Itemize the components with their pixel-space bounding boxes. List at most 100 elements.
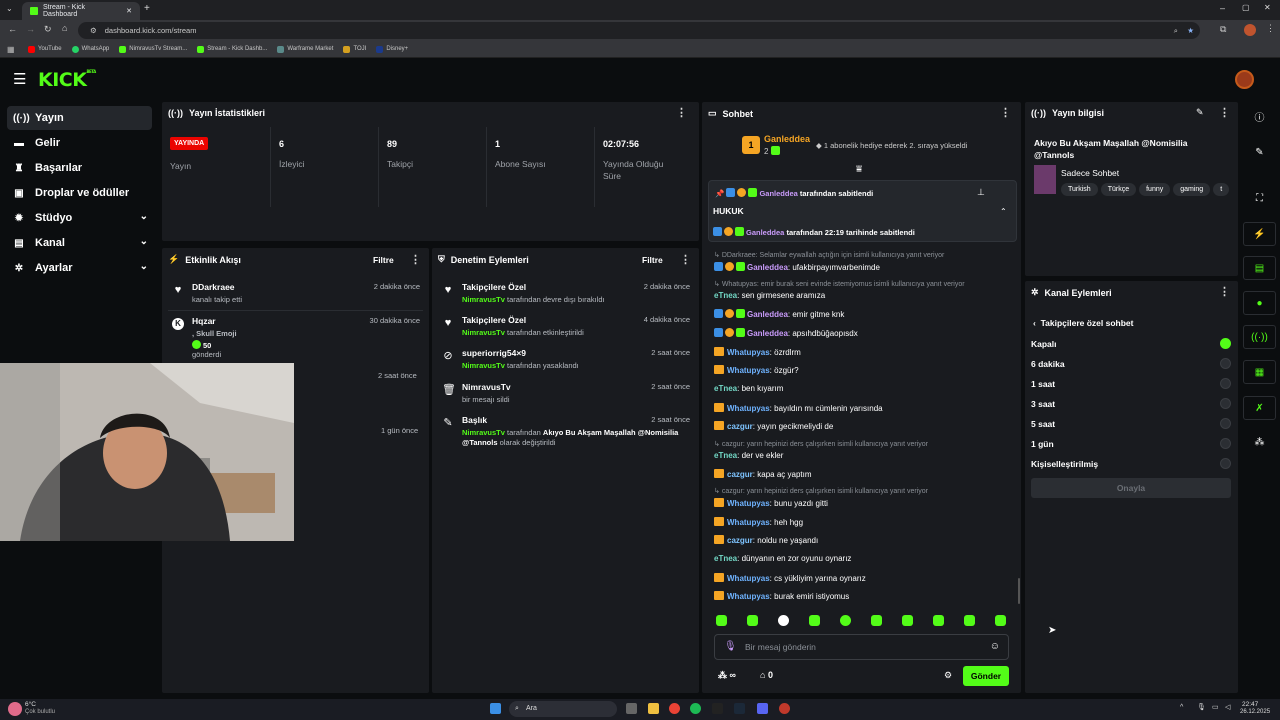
radio-3h[interactable] (1220, 398, 1231, 409)
clock-time[interactable]: 22:47 (1242, 701, 1258, 708)
chat-message[interactable]: Whatupyas: heh hgg (714, 517, 803, 527)
option-off[interactable]: Kapalı (1031, 339, 1057, 349)
bookmark-nimravus[interactable]: NimravusTv Stream... (119, 45, 187, 53)
radio-5h[interactable] (1220, 418, 1231, 429)
microphone-icon[interactable]: 🎙 (724, 641, 737, 652)
network-icon[interactable]: ▭ (1212, 703, 1219, 711)
sidebar-item-ayarlar[interactable]: ✲ Ayarlar ⌄ (7, 256, 152, 280)
zoom-search-icon[interactable]: ⌕ (1174, 26, 1178, 36)
emote-icon[interactable] (964, 615, 975, 626)
user-avatar[interactable] (1235, 70, 1254, 89)
microphone-tray-icon[interactable]: 🎙 (1197, 703, 1206, 711)
chat-message[interactable]: Ganleddea: ufakbirpayımvarbenimde (714, 262, 880, 272)
file-explorer-icon[interactable] (648, 703, 659, 714)
option-1d[interactable]: 1 gün (1031, 439, 1054, 449)
chat-message[interactable]: Ganleddea: apsıhdbüğaopısdx (714, 328, 858, 338)
bolt-icon[interactable]: ⚡ (1243, 222, 1276, 246)
emote-icon[interactable] (995, 615, 1006, 626)
option-3h[interactable]: 3 saat (1031, 399, 1055, 409)
option-1h[interactable]: 1 saat (1031, 379, 1055, 389)
send-button[interactable]: Gönder (963, 666, 1009, 686)
chat-message[interactable]: Whatupyas: bunu yazdı gitti (714, 498, 828, 508)
collapse-chevron-icon[interactable]: ⌃ (1000, 207, 1007, 216)
sidebar-item-kanal[interactable]: ▤ Kanal ⌄ (7, 231, 152, 255)
chat-scrollbar[interactable] (1018, 578, 1020, 604)
chat-message[interactable]: eTnea: ben kıyarım (714, 384, 783, 393)
radio-1h[interactable] (1220, 378, 1231, 389)
broadcast-icon[interactable]: ((·)) (1243, 325, 1276, 349)
emote-icon[interactable] (840, 615, 851, 626)
info-icon[interactable]: ⓘ (1243, 104, 1276, 128)
sidebar-item-yayin[interactable]: ((·)) Yayın (7, 106, 152, 130)
taskbar-search[interactable]: ⌕ Ara (509, 701, 617, 717)
chat-message[interactable]: eTnea: der ve ekler (714, 451, 783, 460)
expand-icon[interactable]: ⛶ (1243, 186, 1276, 210)
emote-icon[interactable] (933, 615, 944, 626)
stream-info-menu-icon[interactable]: ⋮ (1219, 106, 1230, 119)
back-icon[interactable]: ← (8, 24, 17, 34)
extensions-icon[interactable]: ⧉ (1220, 24, 1226, 35)
chat-message[interactable]: Whatupyas: özrdlrm (714, 347, 801, 357)
windows-start-icon[interactable] (490, 703, 501, 714)
back-button[interactable]: ‹ Takipçilere özel sohbet (1033, 318, 1133, 328)
chat-message[interactable]: Whatupyas: burak emiri istiyomus (714, 591, 849, 601)
profile-avatar-icon[interactable] (1244, 24, 1256, 36)
sidebar-item-gelir[interactable]: ▬ Gelir (7, 131, 152, 155)
steam-icon[interactable] (734, 703, 745, 714)
option-custom[interactable]: Kişiselleştirilmiş (1031, 459, 1098, 469)
stats-menu-icon[interactable]: ⋮ (676, 106, 687, 119)
chat-input[interactable]: 🎙 Bir mesaj gönderin ☺ (714, 634, 1009, 660)
activity-menu-icon[interactable]: ⋮ (410, 253, 421, 266)
unpin-icon[interactable]: ⊥ (977, 187, 985, 198)
radio-off-selected[interactable] (1220, 338, 1231, 349)
weather-temp[interactable]: 6°C (25, 701, 36, 708)
discord-icon[interactable] (757, 703, 768, 714)
layout-icon[interactable]: ▦ (1243, 360, 1276, 384)
browser-menu-icon[interactable]: ⋮ (1266, 23, 1275, 34)
volume-icon[interactable]: ◁ (1225, 703, 1230, 711)
url-input[interactable]: ⚙ dashboard.kick.com/stream ⌕ ★ (78, 22, 1200, 39)
apps-grid-icon[interactable]: ▦ (7, 45, 15, 54)
site-info-icon[interactable]: ⚙ (90, 26, 97, 35)
maximize-icon[interactable]: ▢ (1242, 3, 1250, 12)
bookmark-whatsapp[interactable]: WhatsApp (71, 45, 109, 53)
activity-filter-button[interactable]: Filtre (373, 255, 394, 265)
sidebar-item-droplar[interactable]: ▣ Droplar ve ödüller (7, 181, 152, 205)
chat-message[interactable]: cazgur: kapa aç yaptım (714, 469, 812, 479)
chat-message[interactable]: cazgur: yayın gecikmeliydi de (714, 421, 833, 431)
edit-icon[interactable]: ✎ (1196, 107, 1204, 118)
sidebar-item-basarilar[interactable]: ♜ Başarılar (7, 156, 152, 180)
home-icon[interactable]: ⌂ (62, 23, 67, 33)
emote-icon[interactable] (716, 615, 727, 626)
kick-logo[interactable]: KICKBETA (38, 69, 96, 91)
option-5h[interactable]: 5 saat (1031, 419, 1055, 429)
kicks-balance[interactable]: ⌂ 0 (760, 670, 773, 680)
option-6min[interactable]: 6 dakika (1031, 359, 1065, 369)
chat-bubble-icon[interactable]: ● (1243, 291, 1276, 315)
clock-date[interactable]: 26.12.2025 (1240, 709, 1270, 715)
forward-icon[interactable]: → (26, 24, 35, 34)
emoji-icon[interactable]: ☺ (990, 641, 1000, 652)
wrench-icon[interactable]: ✗ (1243, 396, 1276, 420)
tab-list-icon[interactable]: ⌄ (6, 4, 13, 13)
bookmark-youtube[interactable]: YouTube (28, 45, 62, 53)
moderation-filter-button[interactable]: Filtre (642, 255, 663, 265)
radio-custom[interactable] (1220, 458, 1231, 469)
close-tab-icon[interactable]: ✕ (126, 7, 132, 15)
new-tab-icon[interactable]: + (144, 3, 150, 14)
bookmark-star-icon[interactable]: ★ (1187, 26, 1194, 35)
category-name[interactable]: Sadece Sohbet (1061, 168, 1119, 178)
emote-icon[interactable] (778, 615, 789, 626)
chrome-icon[interactable] (669, 703, 680, 714)
chat-message[interactable]: eTnea: sen girmesene aramıza (714, 291, 825, 300)
sidebar-item-studyo[interactable]: ✹ Stüdyo ⌄ (7, 206, 152, 230)
bookmark-toji[interactable]: TOJI (343, 45, 366, 53)
hamburger-menu-icon[interactable]: ☰ (13, 70, 26, 88)
chat-message[interactable]: Whatupyas: özgür? (714, 365, 799, 375)
chat-message[interactable]: Whatupyas: cs yükliyim yarına oynarız (714, 573, 866, 583)
people-icon[interactable]: ⁂ (1243, 430, 1276, 454)
bookmark-kick-dashboard[interactable]: Stream - Kick Dashb... (197, 45, 267, 53)
terminal-icon[interactable] (712, 703, 723, 714)
emote-icon[interactable] (902, 615, 913, 626)
task-view-icon[interactable] (626, 703, 637, 714)
